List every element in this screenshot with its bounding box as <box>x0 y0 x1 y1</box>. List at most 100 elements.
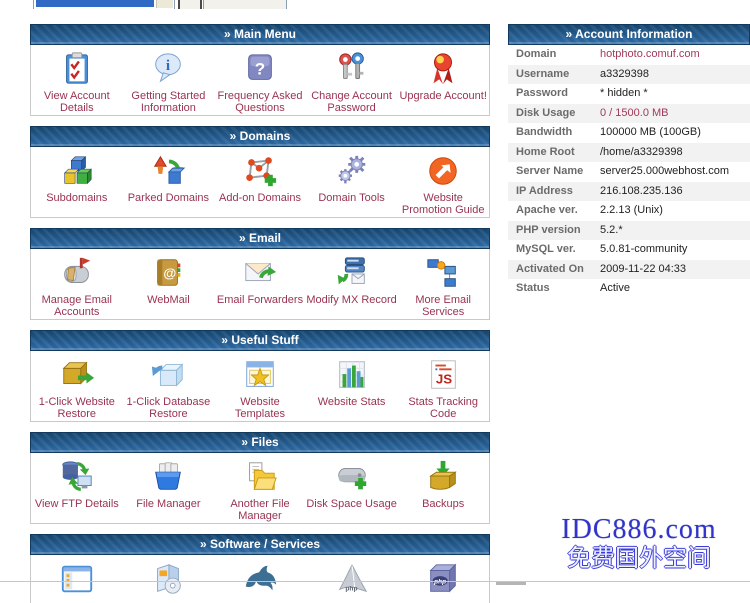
item-getting-started[interactable]: i Getting Started Information <box>123 46 215 114</box>
item-website-templates[interactable]: Website Templates <box>214 352 306 420</box>
item-label: Getting Started Information <box>123 90 215 114</box>
table-row-php-version: PHP version 5.2.* <box>508 221 750 241</box>
item-parked-domains[interactable]: Parked Domains <box>123 148 215 216</box>
row-value: server25.000webhost.com <box>600 162 750 182</box>
section-main-menu: » Main Menu View Account Details i Getti… <box>30 24 490 116</box>
folder-document-icon <box>242 457 278 497</box>
ftp-sync-icon <box>59 457 95 497</box>
item-website-promotion[interactable]: Website Promotion Guide <box>397 148 489 216</box>
item-label: Upgrade Account! <box>399 90 486 102</box>
promotion-arrow-icon <box>425 151 461 191</box>
section-email: » Email Manage Email Accounts @ WebMail … <box>30 228 490 320</box>
item-label: More Email Services <box>397 294 489 318</box>
item-label: Change Account Password <box>306 90 398 114</box>
section-files: » Files View FTP Details File Manager An… <box>30 432 490 524</box>
item-label: WebMail <box>147 294 190 306</box>
section-header-software-services: » Software / Services <box>30 534 490 555</box>
item-label: View Account Details <box>31 90 123 114</box>
chevron-down-icon[interactable]: ▼ <box>156 0 173 8</box>
table-row-username: Username a3329398 <box>508 65 750 85</box>
row-label: Password <box>508 84 600 104</box>
item-email-forwarders[interactable]: Email Forwarders <box>214 250 306 318</box>
section-header-useful-stuff: » Useful Stuff <box>30 330 490 351</box>
section-body-files: View FTP Details File Manager Another Fi… <box>30 453 490 524</box>
item-file-manager[interactable]: File Manager <box>123 454 215 522</box>
table-row-domain: Domain hotphoto.comuf.com <box>508 45 750 65</box>
table-row-apache-version: Apache ver. 2.2.13 (Unix) <box>508 201 750 221</box>
item-label: Parked Domains <box>128 192 209 204</box>
section-header-files: » Files <box>30 432 490 453</box>
item-label: Backups <box>422 498 464 510</box>
section-header-email: » Email <box>30 228 490 249</box>
item-backups[interactable]: Backups <box>397 454 489 522</box>
item-label: Disk Space Usage <box>306 498 397 510</box>
clipboard-check-icon <box>59 49 95 89</box>
item-subdomains[interactable]: Subdomains <box>31 148 123 216</box>
item-modify-mx[interactable]: Modify MX Record <box>306 250 398 318</box>
item-label: Website Stats <box>318 396 386 408</box>
item-label: Modify MX Record <box>306 294 396 306</box>
item-domain-tools[interactable]: Domain Tools <box>306 148 398 216</box>
item-more-email-services[interactable]: More Email Services <box>397 250 489 318</box>
hard-drive-plus-icon <box>334 457 370 497</box>
recycle-cube-icon <box>150 151 186 191</box>
item-change-password[interactable]: Change Account Password <box>306 46 398 114</box>
account-select[interactable]: ▼ <box>33 0 175 9</box>
item-label: View FTP Details <box>35 498 119 510</box>
address-book-icon: @ <box>150 253 186 293</box>
item-website-restore[interactable]: 1-Click Website Restore <box>31 352 123 420</box>
question-square-icon: ? <box>242 49 278 89</box>
row-value: 100000 MB (100GB) <box>600 123 750 143</box>
section-useful-stuff: » Useful Stuff 1-Click Website Restore 1… <box>30 330 490 422</box>
item-phpmyadmin[interactable]: php <box>306 556 398 602</box>
item-website-stats[interactable]: Website Stats <box>306 352 398 420</box>
svg-text:?: ? <box>255 60 265 79</box>
row-label: Activated On <box>508 260 600 280</box>
item-window-panel[interactable] <box>31 556 123 602</box>
go-button[interactable]: Go <box>178 0 202 9</box>
row-value[interactable]: hotphoto.comuf.com <box>600 45 750 65</box>
info-bubble-icon: i <box>150 49 186 89</box>
row-value[interactable]: 0 / 1500.0 MB <box>600 104 750 124</box>
gold-box-restore-icon <box>59 355 95 395</box>
item-database-restore[interactable]: 1-Click Database Restore <box>123 352 215 420</box>
item-faq[interactable]: ? Frequency Asked Questions <box>214 46 306 114</box>
table-row-status: Status Active <box>508 279 750 299</box>
item-another-file-manager[interactable]: Another File Manager <box>214 454 306 522</box>
item-stats-tracking-code[interactable]: JS Stats Tracking Code <box>397 352 489 420</box>
create-new-button[interactable]: Create New <box>203 0 287 9</box>
envelope-forward-icon <box>242 253 278 293</box>
js-code-icon: JS <box>425 355 461 395</box>
item-webmail[interactable]: @ WebMail <box>123 250 215 318</box>
row-value: * hidden * <box>600 84 750 104</box>
item-php[interactable]: php <box>397 556 489 602</box>
item-label: File Manager <box>136 498 200 510</box>
phpmyadmin-sail-icon: php <box>334 559 370 599</box>
item-mysql[interactable] <box>214 556 306 602</box>
table-row-disk-usage: Disk Usage 0 / 1500.0 MB <box>508 104 750 124</box>
item-label: Email Forwarders <box>217 294 303 306</box>
table-row-mysql-version: MySQL ver. 5.0.81-community <box>508 240 750 260</box>
row-label: Status <box>508 279 600 299</box>
ice-box-restore-icon <box>150 355 186 395</box>
item-view-ftp-details[interactable]: View FTP Details <box>31 454 123 522</box>
item-software-box[interactable] <box>123 556 215 602</box>
status-badge: Active <box>600 279 750 299</box>
item-disk-space-usage[interactable]: Disk Space Usage <box>306 454 398 522</box>
item-addon-domains[interactable]: Add-on Domains <box>214 148 306 216</box>
item-label: 1-Click Database Restore <box>123 396 215 420</box>
section-body-main-menu: View Account Details i Getting Started I… <box>30 45 490 116</box>
item-upgrade-account[interactable]: Upgrade Account! <box>397 46 489 114</box>
account-select-selection <box>36 0 154 7</box>
row-label: PHP version <box>508 221 600 241</box>
gears-icon <box>334 151 370 191</box>
row-label: Bandwidth <box>508 123 600 143</box>
account-information-table: Domain hotphoto.comuf.com Username a3329… <box>508 45 750 299</box>
row-label: IP Address <box>508 182 600 202</box>
table-row-server-name: Server Name server25.000webhost.com <box>508 162 750 182</box>
item-manage-email[interactable]: Manage Email Accounts <box>31 250 123 318</box>
row-value: /home/a3329398 <box>600 143 750 163</box>
section-software-services: » Software / Services php <box>30 534 490 603</box>
table-row-home-root: Home Root /home/a3329398 <box>508 143 750 163</box>
item-view-account-details[interactable]: View Account Details <box>31 46 123 114</box>
